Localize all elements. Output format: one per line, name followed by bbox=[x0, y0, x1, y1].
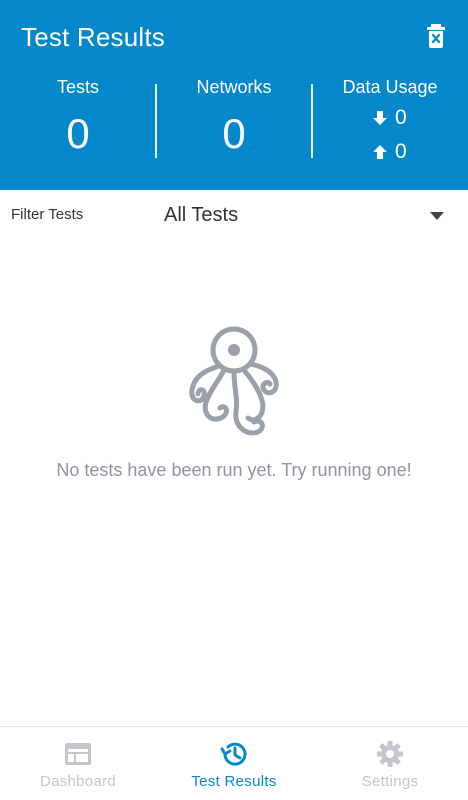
page-title: Test Results bbox=[21, 22, 166, 52]
nav-test-results-label: Test Results bbox=[191, 773, 277, 790]
nav-settings[interactable]: Settings bbox=[312, 727, 468, 800]
stat-networks: Networks 0 bbox=[156, 76, 312, 159]
stats-bar: Tests 0 Networks 0 Data Usage 0 0 bbox=[0, 76, 468, 166]
upload-usage-value: 0 bbox=[395, 140, 407, 163]
upload-usage: 0 bbox=[312, 140, 468, 164]
stat-networks-label: Networks bbox=[196, 77, 272, 97]
upload-arrow-icon bbox=[373, 145, 387, 159]
empty-state-message: No tests have been run yet. Try running … bbox=[56, 460, 412, 480]
stat-tests: Tests 0 bbox=[0, 76, 156, 159]
filter-bar: Filter Tests All Tests bbox=[0, 190, 468, 242]
nav-dashboard-label: Dashboard bbox=[39, 773, 117, 790]
filter-dropdown[interactable]: All Tests bbox=[164, 200, 450, 232]
filter-label: Filter Tests bbox=[11, 206, 84, 223]
filter-selected-value: All Tests bbox=[164, 204, 239, 226]
download-usage: 0 bbox=[312, 106, 468, 130]
stat-tests-value: 0 bbox=[66, 110, 90, 157]
nav-test-results[interactable]: Test Results bbox=[156, 727, 312, 800]
history-icon bbox=[220, 742, 247, 766]
nav-settings-label: Settings bbox=[361, 773, 419, 790]
stat-data-usage-label: Data Usage bbox=[342, 77, 438, 97]
stat-data-usage: Data Usage 0 0 bbox=[312, 76, 468, 163]
stat-tests-label: Tests bbox=[56, 77, 99, 97]
gear-icon bbox=[377, 741, 403, 767]
octopus-icon bbox=[189, 326, 279, 436]
header: Test Results Tests 0 Networks 0 Data Usa… bbox=[0, 0, 468, 190]
download-usage-value: 0 bbox=[395, 106, 407, 129]
delete-results-button[interactable] bbox=[424, 23, 448, 49]
download-arrow-icon bbox=[373, 111, 387, 125]
caret-down-icon bbox=[430, 212, 444, 220]
nav-dashboard[interactable]: Dashboard bbox=[0, 727, 156, 800]
dashboard-icon bbox=[65, 743, 91, 765]
stat-networks-value: 0 bbox=[222, 110, 246, 157]
trash-icon bbox=[427, 24, 445, 48]
bottom-nav: Dashboard Test Results Settings bbox=[0, 726, 468, 800]
app-root: Test Results Tests 0 Networks 0 Data Usa… bbox=[0, 0, 468, 800]
